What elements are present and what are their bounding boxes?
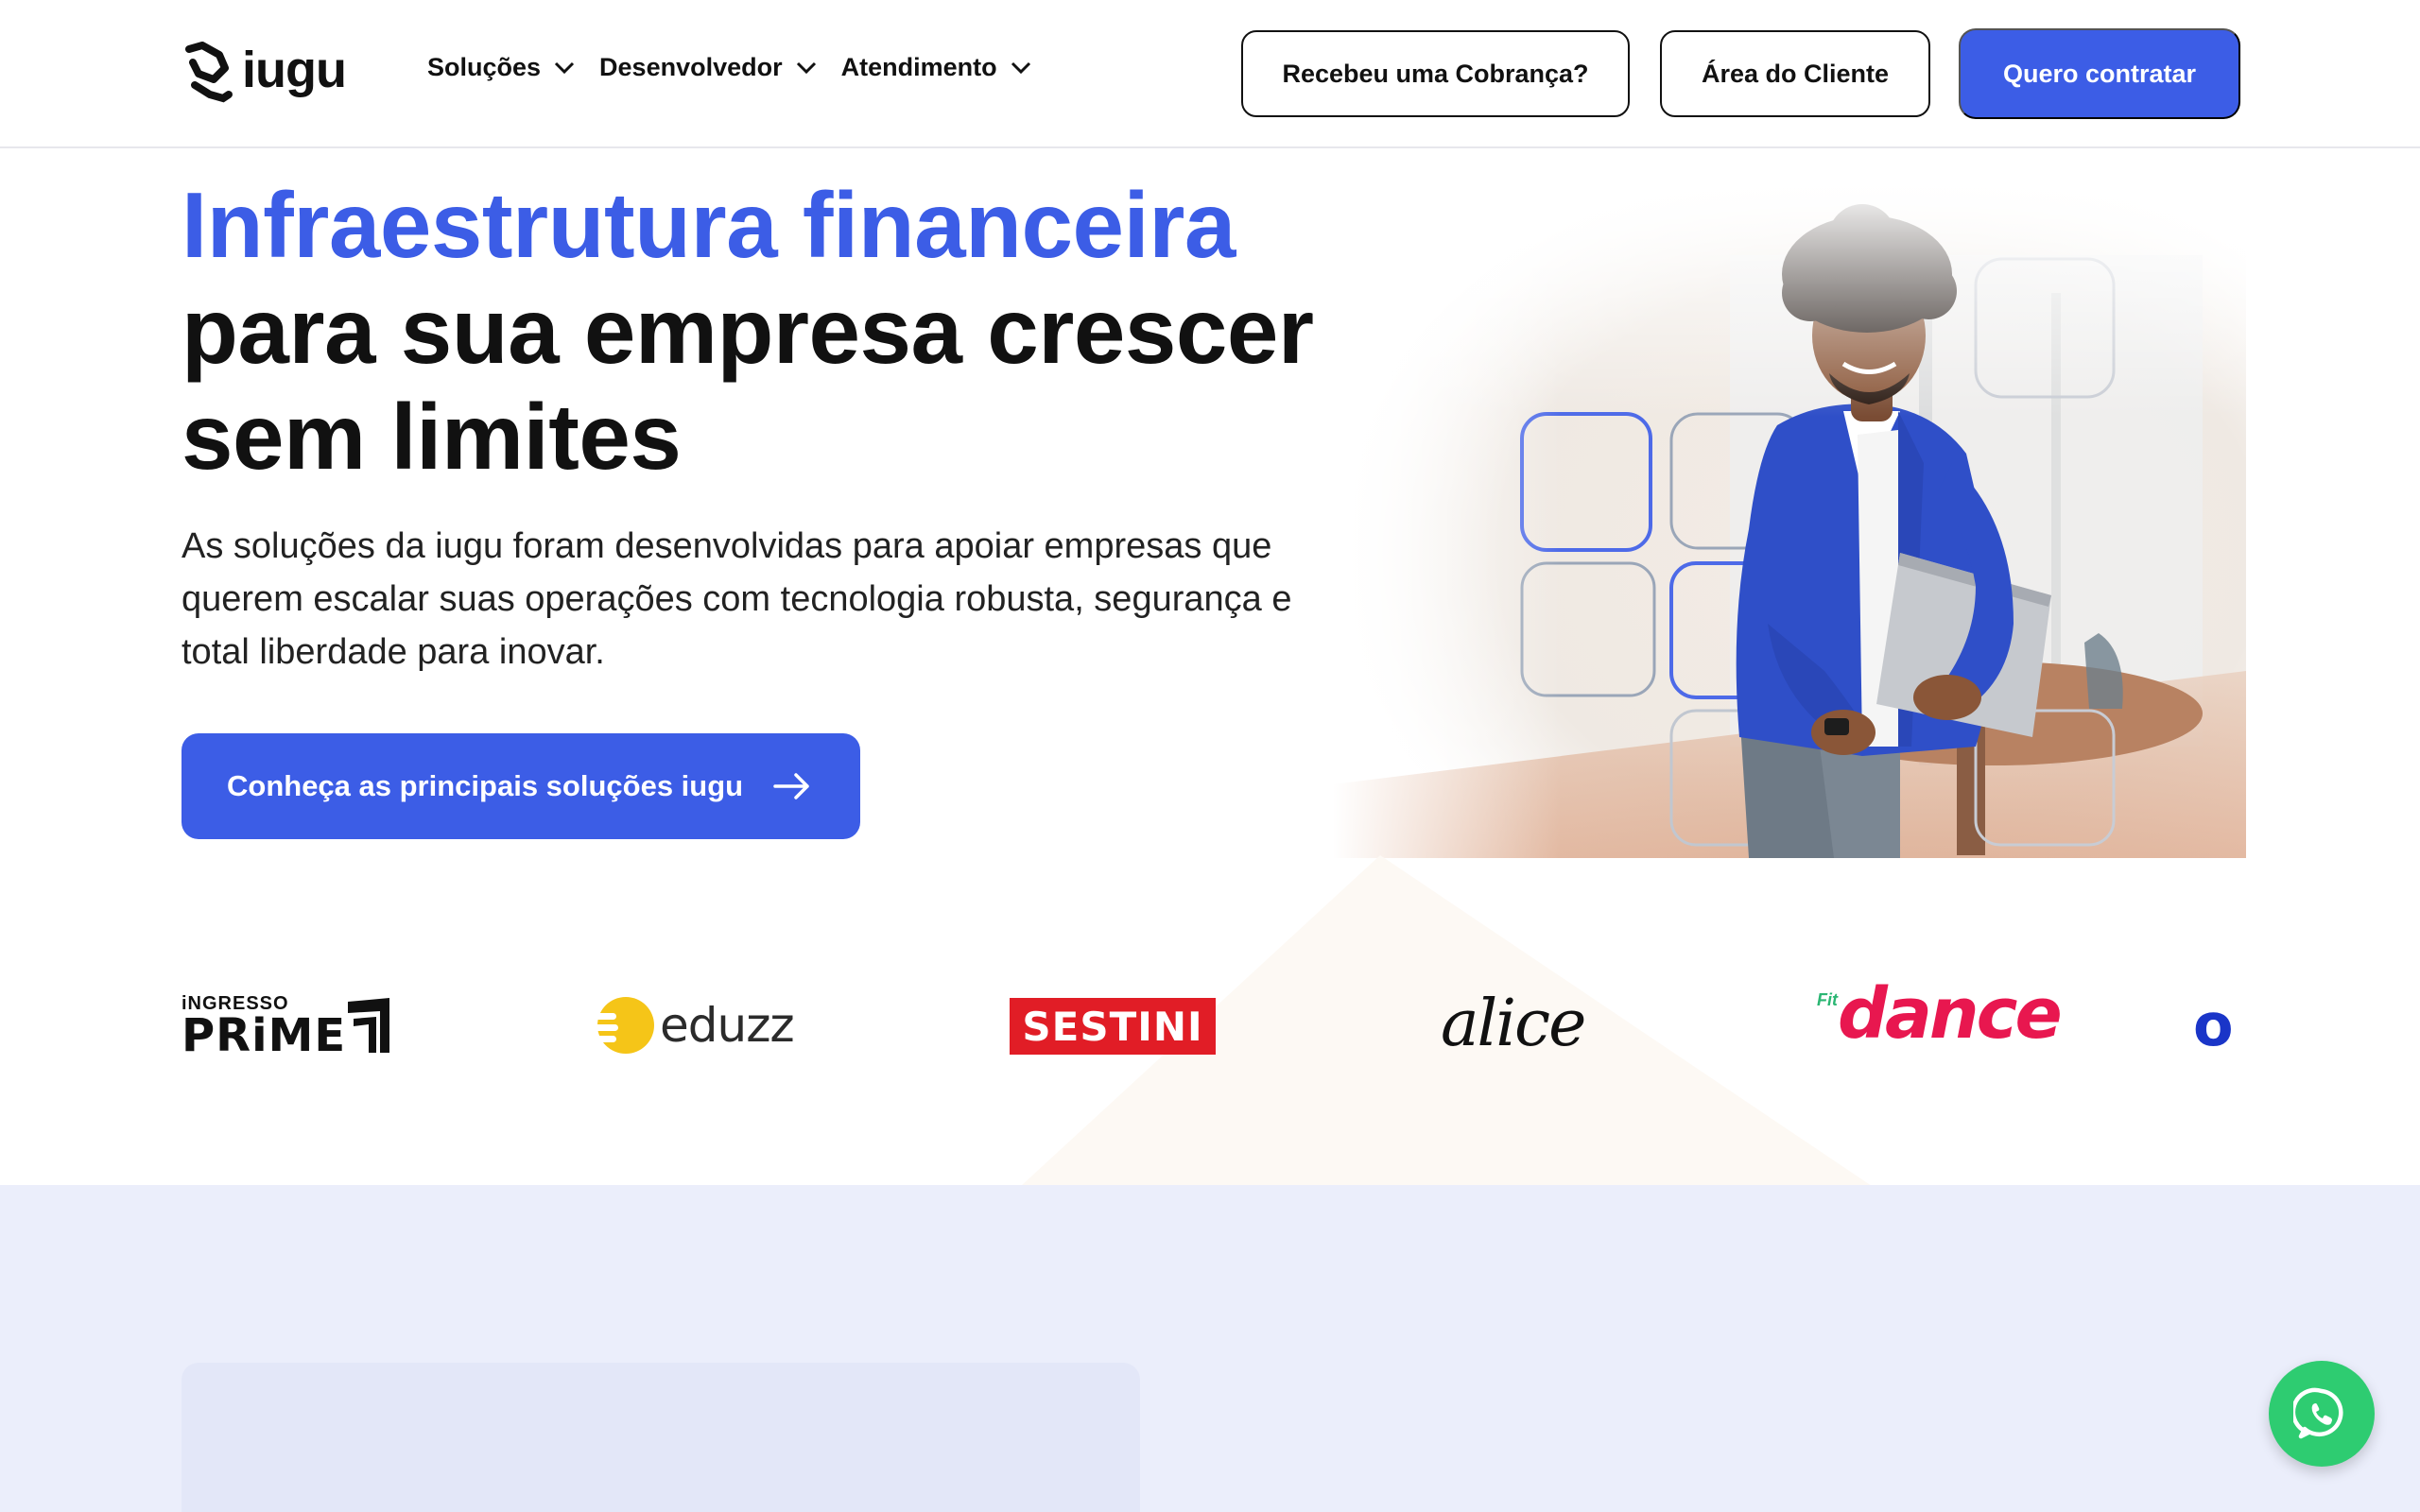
main-nav: Soluções Desenvolvedor Atendimento xyxy=(427,53,1031,82)
fitdance-logo: Fit dance xyxy=(1817,973,2063,1055)
conheca-solucoes-button[interactable]: Conheça as principais soluções iugu xyxy=(182,733,860,839)
ingresso-prime-main-text: PRiME xyxy=(182,1009,347,1062)
alice-logo: alice xyxy=(1441,987,1586,1061)
alice-text: alice xyxy=(1441,987,1586,1061)
nav-solucoes-label: Soluções xyxy=(427,53,542,81)
whatsapp-icon xyxy=(2293,1387,2343,1439)
fitdance-top-text: Fit xyxy=(1817,990,1838,1009)
hero-title: Infraestrutura financeira para sua empre… xyxy=(182,172,1363,490)
hero-subtitle: As soluções da iugu foram desenvolvidas … xyxy=(182,526,1292,672)
partial-client-text: o xyxy=(2193,990,2234,1059)
ingresso-prime-logo: iNGRESSO PRiME xyxy=(182,994,393,1058)
clients-logo-strip: iNGRESSO PRiME eduzz SESTINI alice Fit d… xyxy=(182,973,2238,1087)
partial-client-logo: o xyxy=(2193,990,2234,1059)
iugu-logo[interactable]: iugu xyxy=(182,42,347,104)
arrow-right-icon xyxy=(773,773,809,799)
chevron-down-icon xyxy=(554,61,575,74)
area-cliente-button[interactable]: Área do Cliente xyxy=(1660,30,1930,117)
sestini-logo: SESTINI xyxy=(1010,998,1216,1055)
ingresso-prime-mark-icon xyxy=(348,998,390,1053)
nav-solucoes[interactable]: Soluções xyxy=(427,53,575,82)
iugu-logo-icon xyxy=(185,42,233,103)
nav-atendimento-label: Atendimento xyxy=(840,53,997,81)
nav-atendimento[interactable]: Atendimento xyxy=(841,53,1031,82)
whatsapp-chat-button[interactable] xyxy=(2269,1361,2375,1467)
recebeu-cobranca-button[interactable]: Recebeu uma Cobrança? xyxy=(1241,30,1630,117)
hero-title-rest: para sua empresa crescer sem limites xyxy=(182,279,1314,489)
fitdance-main-text: dance xyxy=(1838,973,2063,1055)
nav-desenvolvedor-label: Desenvolvedor xyxy=(599,53,783,81)
chevron-down-icon xyxy=(1011,61,1030,74)
conheca-solucoes-label: Conheça as principais soluções iugu xyxy=(227,769,744,802)
nav-desenvolvedor[interactable]: Desenvolvedor xyxy=(599,53,817,82)
quero-contratar-button[interactable]: Quero contratar xyxy=(1959,28,2240,119)
site-header: iugu Soluções Desenvolvedor Atendimento … xyxy=(0,0,2420,148)
eduzz-logo: eduzz xyxy=(588,992,795,1058)
eduzz-mark-icon xyxy=(588,997,654,1054)
hero-title-accent: Infraestrutura financeira xyxy=(182,173,1236,277)
hero-person-image xyxy=(1333,180,2246,858)
chevron-down-icon xyxy=(796,61,816,74)
sestini-text: SESTINI xyxy=(1022,1003,1203,1050)
eduzz-text: eduzz xyxy=(660,998,795,1053)
logo-wordmark: iugu xyxy=(242,42,347,98)
feature-card xyxy=(182,1363,1140,1512)
